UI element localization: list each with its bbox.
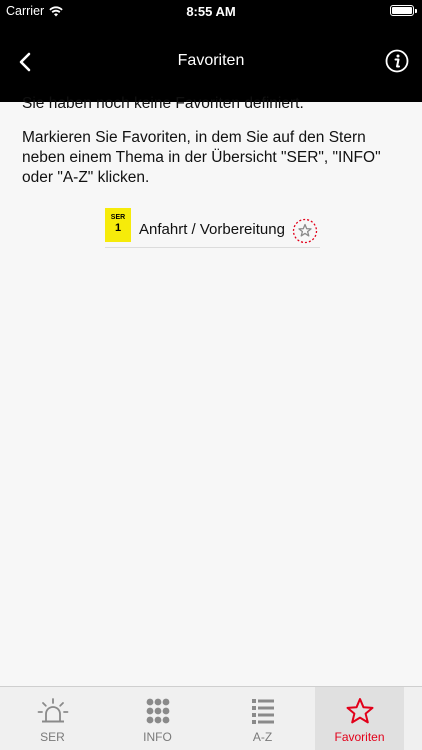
tab-bar: SER INFO A-Z Favoriten: [0, 686, 422, 750]
tab-a-z[interactable]: A-Z: [210, 687, 315, 750]
grid-dots-icon: [146, 698, 169, 724]
tab-favoriten[interactable]: Favoriten: [315, 687, 404, 750]
status-bar: Carrier 8:55 AM: [0, 0, 422, 22]
tab-ser-label: SER: [40, 730, 65, 744]
tab-info-label: INFO: [143, 730, 172, 744]
status-time: 8:55 AM: [186, 4, 236, 19]
info-button[interactable]: [385, 49, 409, 73]
tab-ser[interactable]: SER: [0, 687, 105, 750]
topic-badge-number: 1: [114, 222, 122, 234]
siren-icon: [37, 698, 68, 723]
page-title: Favoriten: [177, 52, 245, 69]
main-content: Sie haben noch keine Favoriten definiert…: [22, 94, 402, 202]
star-icon: [346, 698, 373, 724]
tab-info[interactable]: INFO: [105, 687, 210, 750]
example-topic-row[interactable]: SER 1 Anfahrt / Vorbereitung: [105, 206, 320, 248]
no-favorites-message: Sie haben noch keine Favoriten definiert…: [22, 95, 304, 112]
navigation-bar: Favoriten: [0, 22, 422, 102]
tab-a-z-label: A-Z: [252, 730, 273, 744]
topic-label: Anfahrt / Vorbereitung: [139, 221, 285, 238]
tab-favoriten-label: Favoriten: [334, 730, 385, 744]
topic-badge-code: SER: [110, 214, 126, 221]
battery-icon: [390, 5, 417, 16]
topic-badge: SER 1: [105, 208, 131, 242]
instructions-text: Markieren Sie Favoriten, in dem Sie auf …: [22, 129, 381, 186]
info-icon: [385, 49, 409, 73]
list-icon: [251, 699, 274, 724]
star-outline-icon[interactable]: [292, 218, 318, 244]
